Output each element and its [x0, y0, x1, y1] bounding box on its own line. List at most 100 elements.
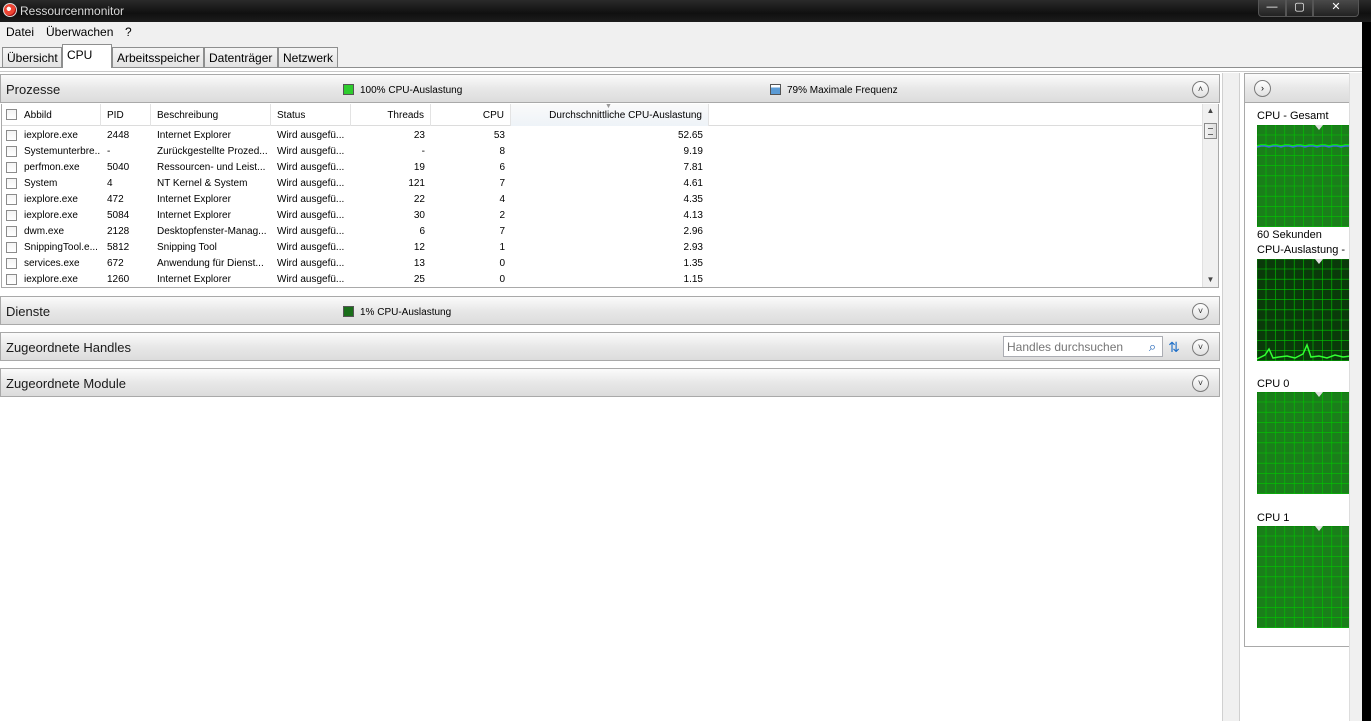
scroll-thumb[interactable] [1204, 123, 1217, 139]
cell-avg: 2.96 [683, 226, 703, 237]
chevron-down-icon[interactable]: ˅ [1192, 339, 1209, 356]
cell-image: iexplore.exe [24, 194, 78, 205]
cell-desc: Zurückgestellte Prozed... [157, 146, 268, 157]
tab-panel-top [0, 68, 1362, 72]
tab-cpu[interactable]: CPU [62, 44, 112, 68]
cell-status: Wird ausgefü... [277, 274, 345, 285]
cell-desc: NT Kernel & System [157, 178, 248, 189]
graph-service-usage [1257, 259, 1351, 361]
select-all-checkbox[interactable] [6, 109, 17, 120]
row-checkbox[interactable] [6, 226, 17, 237]
cell-cpu: 4 [499, 194, 505, 205]
cell-image: Systemunterbre... [24, 146, 100, 157]
table-scrollbar[interactable]: ▲ ▼ [1202, 104, 1218, 287]
cell-desc: Desktopfenster-Manag... [157, 226, 267, 237]
cell-pid: - [107, 146, 111, 157]
cell-cpu: 6 [499, 162, 505, 173]
menu-help[interactable]: ? [125, 25, 132, 39]
column-pid[interactable]: PID [101, 104, 151, 126]
services-header[interactable]: Dienste 1% CPU-Auslastung ˅ [0, 296, 1220, 325]
cell-threads: 13 [413, 258, 425, 269]
row-checkbox[interactable] [6, 130, 17, 141]
cell-cpu: 0 [499, 274, 505, 285]
modules-header[interactable]: Zugeordnete Module ˅ [0, 368, 1220, 397]
row-checkbox[interactable] [6, 178, 17, 189]
search-icon[interactable]: ⌕ [1144, 338, 1161, 355]
column-abbild[interactable]: Abbild [20, 104, 101, 126]
row-checkbox[interactable] [6, 146, 17, 157]
service-usage-label: 1% CPU-Auslastung [360, 307, 452, 318]
chevron-right-icon[interactable]: › [1254, 80, 1271, 97]
cell-pid: 2448 [107, 130, 130, 141]
table-row[interactable]: services.exe 672 Anwendung für Dienst... Wi… [2, 256, 1204, 272]
close-button[interactable]: ✕ [1313, 0, 1359, 17]
cell-avg: 52.65 [677, 130, 703, 141]
column-threads[interactable]: Threads [351, 104, 431, 126]
processes-header[interactable]: Prozesse 100% CPU-Auslastung 79% Maximal… [0, 74, 1220, 103]
cell-threads: 23 [413, 130, 425, 141]
scroll-down-icon[interactable]: ▼ [1203, 273, 1218, 287]
cell-desc: Snipping Tool [157, 242, 217, 253]
handles-search-box: ⌕ [1003, 336, 1163, 357]
tab-uebersicht[interactable]: Übersicht [2, 47, 62, 68]
table-row[interactable]: SnippingTool.e... 5812 Snipping Tool Wird a… [2, 240, 1204, 256]
tab-arbeitsspeicher[interactable]: Arbeitsspeicher [112, 47, 204, 68]
row-checkbox[interactable] [6, 210, 17, 221]
table-row[interactable]: perfmon.exe 5040 Ressourcen- und Leist... W… [2, 160, 1204, 176]
table-row[interactable]: dwm.exe 2128 Desktopfenster-Manag... Wird a… [2, 224, 1204, 240]
cell-desc: Anwendung für Dienst... [157, 258, 264, 269]
cell-avg: 2.93 [683, 242, 703, 253]
table-row[interactable]: System 4 NT Kernel & System Wird ausgefü...… [2, 176, 1204, 192]
graph-pane: › CPU - Gesamt 60 Sekunden CPU-Auslastun… [1244, 73, 1351, 647]
left-pane: Prozesse 100% CPU-Auslastung 79% Maximal… [0, 73, 1222, 721]
menu-datei[interactable]: Datei [6, 25, 34, 39]
table-row[interactable]: iexplore.exe 2448 Internet Explorer Wird au… [2, 128, 1204, 144]
cell-threads: 30 [413, 210, 425, 221]
table-row[interactable]: iexplore.exe 5084 Internet Explorer Wird au… [2, 208, 1204, 224]
chevron-down-icon[interactable]: ˅ [1192, 303, 1209, 320]
chevron-down-icon[interactable]: ˅ [1192, 375, 1209, 392]
resource-monitor-icon [3, 3, 17, 17]
cell-desc: Internet Explorer [157, 194, 231, 205]
row-checkbox[interactable] [6, 258, 17, 269]
maximize-button[interactable]: ▢ [1286, 0, 1313, 17]
cell-avg: 7.81 [683, 162, 703, 173]
screen-edge [1362, 22, 1371, 721]
cell-pid: 672 [107, 258, 124, 269]
row-checkbox[interactable] [6, 194, 17, 205]
pane-splitter[interactable] [1222, 73, 1240, 721]
handles-search-input[interactable] [1004, 337, 1142, 356]
table-row[interactable]: iexplore.exe 472 Internet Explorer Wird aus… [2, 192, 1204, 208]
column-beschreibung[interactable]: Beschreibung [151, 104, 271, 126]
scroll-up-icon[interactable]: ▲ [1203, 104, 1218, 118]
tab-netzwerk[interactable]: Netzwerk [278, 47, 338, 68]
cell-cpu: 7 [499, 226, 505, 237]
graph-pane-scrollbar[interactable] [1349, 73, 1362, 721]
cell-status: Wird ausgefü... [277, 162, 345, 173]
handles-header[interactable]: Zugeordnete Handles ⌕ ⇅ ˅ [0, 332, 1220, 361]
graph-cpu-total [1257, 125, 1351, 227]
cell-status: Wird ausgefü... [277, 178, 345, 189]
cell-status: Wird ausgefü... [277, 130, 345, 141]
cell-cpu: 1 [499, 242, 505, 253]
table-row[interactable]: Systemunterbre... - Zurückgestellte Prozed… [2, 144, 1204, 160]
cell-image: iexplore.exe [24, 210, 78, 221]
chevron-up-icon[interactable]: ˄ [1192, 81, 1209, 98]
table-row[interactable]: iexplore.exe 1260 Internet Explorer Wird au… [2, 272, 1204, 287]
cpu-usage-swatch [343, 84, 354, 95]
refresh-icon[interactable]: ⇅ [1164, 338, 1184, 357]
processes-title: Prozesse [6, 82, 61, 97]
menu-ueberwachen[interactable]: Überwachen [46, 25, 113, 39]
cell-status: Wird ausgefü... [277, 210, 345, 221]
row-checkbox[interactable] [6, 274, 17, 285]
row-checkbox[interactable] [6, 242, 17, 253]
row-checkbox[interactable] [6, 162, 17, 173]
title-bar: Ressourcenmonitor — ▢ ✕ [0, 0, 1371, 22]
handles-title: Zugeordnete Handles [6, 340, 132, 355]
cell-cpu: 0 [499, 258, 505, 269]
tab-datentraeger[interactable]: Datenträger [204, 47, 278, 68]
minimize-button[interactable]: — [1258, 0, 1286, 17]
column-cpu[interactable]: CPU [431, 104, 511, 126]
cell-threads: 22 [413, 194, 425, 205]
column-status[interactable]: Status [271, 104, 351, 126]
